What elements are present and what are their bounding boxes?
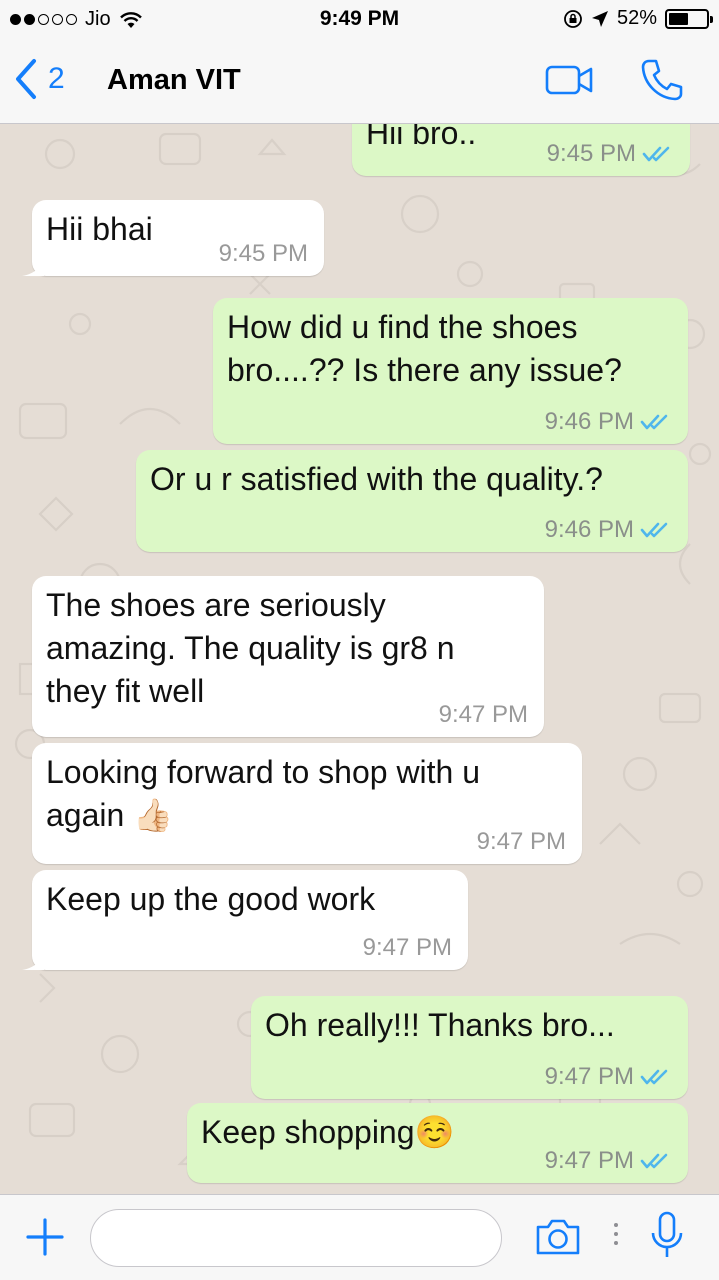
battery-icon — [665, 8, 713, 29]
location-arrow-icon — [591, 10, 608, 27]
outgoing-message[interactable]: How did u find the shoes bro....?? Is the… — [213, 298, 688, 444]
message-time: 9:45 PM — [218, 240, 308, 267]
rotation-lock-icon — [564, 9, 582, 28]
incoming-message[interactable]: Keep up the good work 9:47 PM — [22, 870, 468, 970]
message-meta: 9:47 PM — [439, 701, 528, 729]
message-meta: 9:45 PM — [547, 140, 674, 168]
read-receipt-icon — [640, 1069, 668, 1085]
read-receipt-icon — [640, 522, 668, 538]
plus-icon — [26, 1218, 64, 1256]
message-text: Oh really!!! Thanks bro... — [265, 1004, 615, 1047]
message-line: How did u find the shoes — [227, 309, 578, 345]
message-text: Or u r satisfied with the quality.? — [150, 458, 603, 501]
message-line: amazing. The quality is gr8 n — [46, 630, 455, 666]
message-line: again 👍🏻 — [46, 797, 174, 833]
phone-icon — [641, 59, 683, 101]
camera-button[interactable] — [534, 1218, 582, 1261]
message-time: 9:46 PM — [544, 516, 634, 543]
incoming-message[interactable]: Looking forward to shop with u again 👍🏻 9:… — [32, 743, 582, 864]
outgoing-message[interactable]: Keep shopping☺️ 9:47 PM — [187, 1103, 688, 1183]
message-time: 9:47 PM — [476, 828, 566, 855]
message-line: Oh really!!! Thanks bro... — [265, 1007, 615, 1043]
message-meta: 9:47 PM — [545, 1147, 672, 1175]
camera-icon — [536, 1219, 580, 1255]
message-time: 9:47 PM — [362, 934, 452, 961]
read-receipt-icon — [640, 414, 668, 430]
message-list[interactable]: Hii bro.. 9:45 PM Hii bhai 9:45 PM How did u… — [0, 124, 719, 1194]
message-input[interactable] — [90, 1209, 502, 1267]
message-text: How did u find the shoes bro....?? Is the… — [227, 306, 622, 392]
message-time: 9:47 PM — [544, 1147, 634, 1174]
message-meta: 9:47 PM — [477, 828, 566, 856]
bubble-tail — [22, 260, 44, 276]
back-button[interactable]: 2 — [14, 58, 65, 100]
message-line: Or u r satisfied with the quality.? — [150, 461, 603, 497]
message-meta: 9:46 PM — [545, 408, 672, 436]
message-line: they fit well — [46, 673, 205, 709]
message-line: The shoes are seriously — [46, 587, 386, 623]
message-time: 9:47 PM — [438, 701, 528, 728]
message-time: 9:45 PM — [546, 140, 636, 167]
battery-percent: 52% — [616, 7, 657, 29]
microphone-icon — [651, 1211, 683, 1257]
outgoing-message[interactable]: Or u r satisfied with the quality.? 9:46 … — [136, 450, 688, 552]
unread-count: 2 — [48, 62, 65, 95]
message-meta: 9:47 PM — [363, 934, 452, 962]
message-text: Keep up the good work — [46, 878, 375, 921]
message-time: 9:46 PM — [544, 408, 634, 435]
video-call-button[interactable] — [545, 64, 595, 101]
attach-button[interactable] — [25, 1217, 65, 1262]
message-text: Looking forward to shop with u again 👍🏻 — [46, 751, 480, 837]
contact-name[interactable]: Aman VIT — [107, 64, 241, 97]
voice-call-button[interactable] — [640, 58, 684, 107]
video-call-icon — [545, 65, 593, 95]
read-receipt-icon — [642, 146, 670, 162]
outgoing-message[interactable]: Oh really!!! Thanks bro... 9:47 PM — [251, 996, 688, 1099]
chat-header: 2 Aman VIT — [0, 40, 719, 124]
message-text: Hii bhai — [46, 208, 153, 251]
message-line: Hii bhai — [46, 211, 153, 247]
message-time: 9:47 PM — [544, 1063, 634, 1090]
message-meta: 9:46 PM — [545, 516, 672, 544]
voice-message-button[interactable] — [650, 1211, 684, 1266]
message-line: bro....?? Is there any issue? — [227, 352, 622, 388]
incoming-message[interactable]: The shoes are seriously amazing. The qual… — [32, 576, 544, 737]
input-bar — [0, 1194, 719, 1280]
message-meta: 9:45 PM — [219, 240, 308, 268]
bubble-tail — [22, 954, 44, 970]
outgoing-message[interactable]: Hii bro.. 9:45 PM — [352, 124, 690, 176]
read-receipt-icon — [640, 1153, 668, 1169]
message-line: Hii bro.. — [366, 124, 477, 151]
separator-dots — [614, 1223, 620, 1250]
message-line: Keep shopping☺️ — [201, 1114, 455, 1150]
message-text: Hii bro.. — [366, 124, 476, 155]
incoming-message[interactable]: Hii bhai 9:45 PM — [22, 200, 324, 276]
chevron-left-icon — [16, 59, 36, 99]
message-line: Keep up the good work — [46, 881, 376, 917]
message-meta: 9:47 PM — [545, 1063, 672, 1091]
message-text: The shoes are seriously amazing. The qual… — [46, 584, 455, 713]
status-bar: Jio 9:49 PM 52% — [0, 0, 719, 40]
message-text: Keep shopping☺️ — [201, 1111, 454, 1154]
message-line: Looking forward to shop with u — [46, 754, 481, 790]
